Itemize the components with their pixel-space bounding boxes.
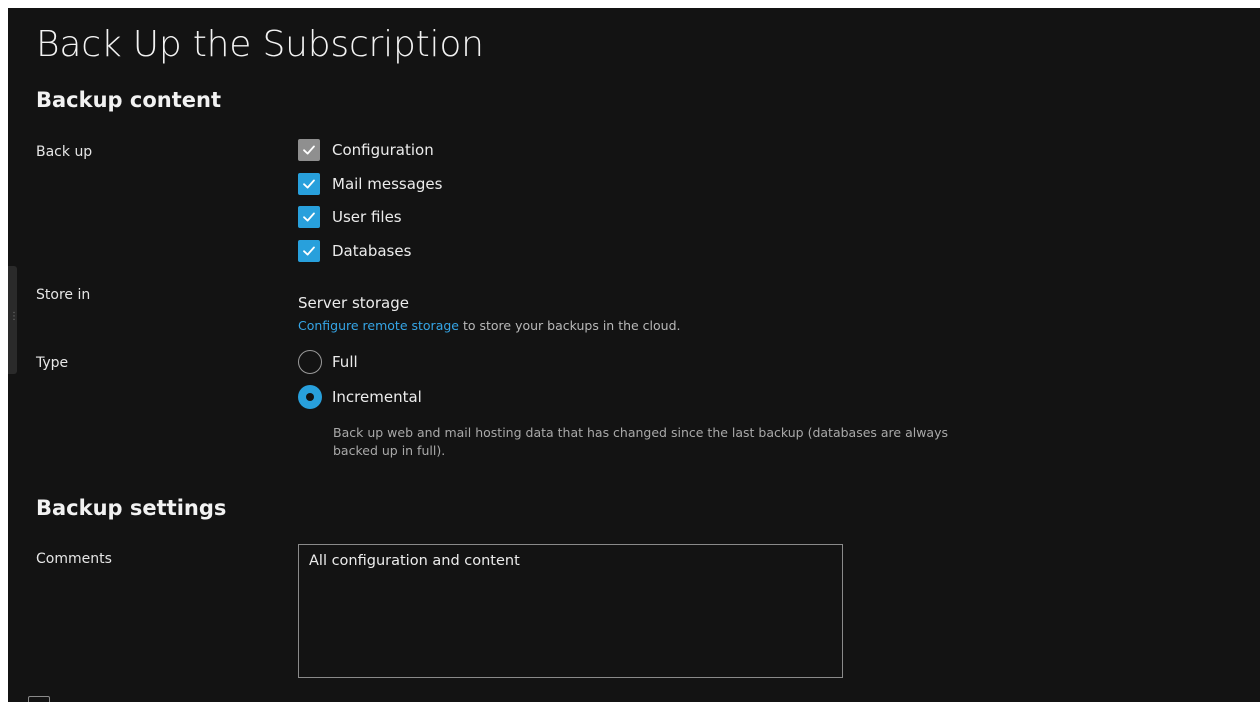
radio-row-incremental[interactable]: Incremental: [298, 385, 422, 409]
section-title-backup-content: Backup content: [36, 88, 221, 112]
side-panel-handle[interactable]: ⋮: [8, 266, 19, 374]
user-files-label: User files: [332, 208, 402, 226]
configure-remote-storage-link[interactable]: Configure remote storage: [298, 318, 459, 333]
drag-handle-icon: ⋮: [9, 311, 19, 322]
check-icon: [303, 246, 315, 256]
page-title: Back Up the Subscription: [36, 24, 484, 65]
mail-messages-checkbox[interactable]: [298, 173, 320, 195]
databases-checkbox[interactable]: [298, 240, 320, 262]
checkbox-row-configuration[interactable]: Configuration: [298, 139, 434, 161]
store-in-hint-text: to store your backups in the cloud.: [459, 318, 681, 333]
checkbox-row-mail-messages[interactable]: Mail messages: [298, 173, 442, 195]
radio-row-full[interactable]: Full: [298, 350, 358, 374]
configuration-label: Configuration: [332, 141, 434, 159]
checkbox-row-databases[interactable]: Databases: [298, 240, 411, 262]
partially-visible-checkbox[interactable]: [28, 696, 50, 702]
incremental-description: Back up web and mail hosting data that h…: [333, 425, 949, 458]
incremental-radio[interactable]: [298, 385, 322, 409]
section-title-backup-settings: Backup settings: [36, 496, 227, 520]
full-label: Full: [332, 353, 358, 371]
check-icon: [303, 179, 315, 189]
checkbox-row-user-files[interactable]: User files: [298, 206, 402, 228]
comments-label: Comments: [36, 551, 112, 567]
type-label: Type: [36, 355, 69, 371]
user-files-checkbox[interactable]: [298, 206, 320, 228]
comments-textarea[interactable]: All configuration and content: [298, 544, 843, 678]
store-in-hint: Configure remote storage to store your b…: [298, 318, 681, 333]
backup-dialog: ⋮ Back Up the Subscription Backup conten…: [8, 8, 1260, 702]
check-icon: [303, 145, 315, 155]
mail-messages-label: Mail messages: [332, 175, 443, 193]
incremental-label: Incremental: [332, 388, 422, 406]
check-icon: [303, 212, 315, 222]
full-radio[interactable]: [298, 350, 322, 374]
store-in-value: Server storage: [298, 294, 409, 312]
back-up-label: Back up: [36, 144, 93, 160]
store-in-label: Store in: [36, 287, 91, 303]
databases-label: Databases: [332, 242, 412, 260]
configuration-checkbox[interactable]: [298, 139, 320, 161]
